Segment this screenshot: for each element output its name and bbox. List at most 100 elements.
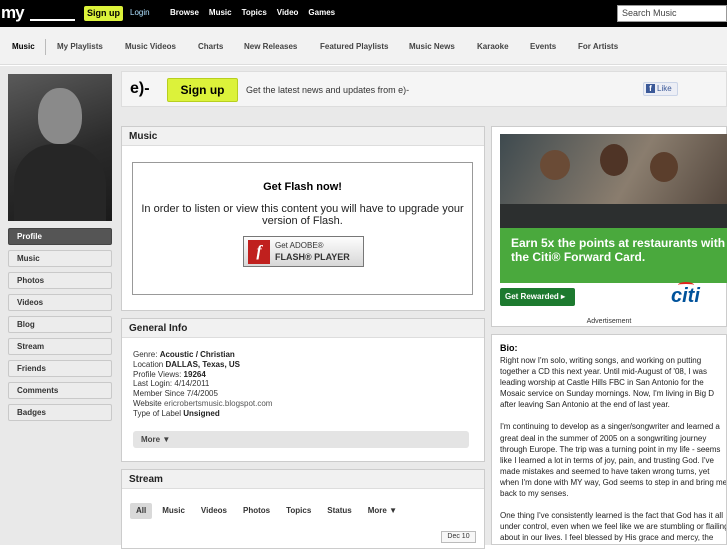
photo-head <box>38 88 82 144</box>
bio-title: Bio: <box>500 343 518 353</box>
stream-tabs: All Music Videos Photos Topics Status Mo… <box>130 503 407 519</box>
photo-body <box>14 144 106 221</box>
stream-title: Stream <box>122 470 484 489</box>
info-value: DALLAS, Texas, US <box>165 359 241 369</box>
info-label: Profile Views: <box>133 369 184 379</box>
info-value: 19264 <box>183 369 206 379</box>
sidebar-item-comments[interactable]: Comments <box>8 382 112 399</box>
nav-games[interactable]: Games <box>308 8 335 17</box>
nav-video[interactable]: Video <box>277 8 299 17</box>
music-panel-title: Music <box>122 127 484 146</box>
stream-panel: Stream All Music Videos Photos Topics St… <box>121 469 485 549</box>
profile-sidebar: Profile Music Photos Videos Blog Stream … <box>8 228 112 426</box>
stream-tab-topics[interactable]: Topics <box>280 503 317 519</box>
info-value: Unsigned <box>183 408 220 418</box>
ad-person <box>650 152 678 182</box>
sidebar-item-photos[interactable]: Photos <box>8 272 112 289</box>
subnav-charts[interactable]: Charts <box>198 42 223 51</box>
more-info-button[interactable]: More ▼ <box>133 431 469 448</box>
facebook-like-button[interactable]: f Like <box>643 82 678 96</box>
top-bar: my Sign up Login Browse Music Topics Vid… <box>0 0 727 27</box>
info-label: Location <box>133 359 166 369</box>
music-subnav: Music My Playlists Music Videos Charts N… <box>0 27 727 65</box>
sidebar-item-profile[interactable]: Profile <box>8 228 112 245</box>
info-label: Last Login: <box>133 379 175 389</box>
nav-browse[interactable]: Browse <box>170 8 199 17</box>
subnav-music-news[interactable]: Music News <box>409 42 455 51</box>
info-line: Member Since 7/4/2005 <box>133 389 272 399</box>
stream-date-badge: Dec 10 <box>441 531 476 543</box>
subnav-featured-playlists[interactable]: Featured Playlists <box>320 42 388 51</box>
ad-headline: Earn 5x the points at restaurants with t… <box>500 228 727 283</box>
nav-topics[interactable]: Topics <box>242 8 267 17</box>
nav-music[interactable]: Music <box>209 8 232 17</box>
ad-photo <box>500 134 727 228</box>
get-rewarded-button[interactable]: Get Rewarded ▸ <box>500 288 575 306</box>
login-link[interactable]: Login <box>130 8 150 17</box>
stream-tab-music[interactable]: Music <box>156 503 191 519</box>
stream-tab-all[interactable]: All <box>130 503 153 519</box>
ad-person <box>540 150 570 180</box>
info-line: Profile Views: 19264 <box>133 370 272 380</box>
subnav-music[interactable]: Music <box>12 42 35 51</box>
subnav-for-artists[interactable]: For Artists <box>578 42 618 51</box>
stream-tab-photos[interactable]: Photos <box>237 503 276 519</box>
subnav-events[interactable]: Events <box>530 42 556 51</box>
info-value: Acoustic / Christian <box>159 350 235 359</box>
info-value: 7/4/2005 <box>186 389 218 399</box>
flash-message: In order to listen or view this content … <box>141 203 464 227</box>
info-label: Genre: <box>133 350 160 359</box>
header-tagline: Get the latest news and updates from e)- <box>246 85 410 95</box>
stream-tab-videos[interactable]: Videos <box>195 503 233 519</box>
logo[interactable]: my <box>1 3 25 23</box>
info-label: Website <box>133 398 164 408</box>
bio-panel: Bio: Right now I'm solo, writing songs, … <box>491 334 727 545</box>
facebook-icon: f <box>646 84 655 93</box>
logo-underline <box>30 7 75 21</box>
subnav-karaoke[interactable]: Karaoke <box>477 42 509 51</box>
stream-tab-status[interactable]: Status <box>321 503 357 519</box>
top-nav: Browse Music Topics Video Games <box>170 8 335 17</box>
profile-photo[interactable] <box>8 74 112 221</box>
profile-name: e)- <box>130 80 150 97</box>
sidebar-item-friends[interactable]: Friends <box>8 360 112 377</box>
search-input[interactable]: Search Music <box>617 5 727 22</box>
like-label: Like <box>657 84 672 93</box>
flash-notice: Get Flash now! In order to listen or vie… <box>132 162 473 295</box>
info-line: Type of Label Unsigned <box>133 409 272 419</box>
info-line: Genre: Acoustic / Christian <box>133 350 272 360</box>
website-link[interactable]: ericrobertsmusic.blogspot.com <box>164 399 272 408</box>
flash-badge-line2: FLASH® PLAYER <box>275 252 350 262</box>
info-line: Location DALLAS, Texas, US <box>133 360 272 370</box>
flash-title: Get Flash now! <box>263 181 342 193</box>
bio-paragraph: One thing I've consistently learned is t… <box>500 511 727 543</box>
ad-person <box>600 144 628 176</box>
sidebar-item-badges[interactable]: Badges <box>8 404 112 421</box>
signup-button-large[interactable]: Sign up <box>167 78 238 102</box>
info-line: Website ericrobertsmusic.blogspot.com <box>133 399 272 409</box>
citi-advertisement[interactable]: Earn 5x the points at restaurants with t… <box>491 126 727 327</box>
general-info-panel: General Info Genre: Acoustic / Christian… <box>121 318 485 462</box>
info-value: 4/14/2011 <box>174 379 210 389</box>
subnav-divider <box>45 39 46 55</box>
bio-paragraph: Right now I'm solo, writing songs, and w… <box>500 356 715 410</box>
stream-tab-more[interactable]: More ▼ <box>362 503 403 519</box>
profile-header: e)- Sign up Get the latest news and upda… <box>121 71 727 107</box>
flash-badge-line1: Get ADOBE® <box>275 241 324 250</box>
sidebar-item-stream[interactable]: Stream <box>8 338 112 355</box>
sidebar-item-blog[interactable]: Blog <box>8 316 112 333</box>
ad-table <box>500 204 727 228</box>
subnav-music-videos[interactable]: Music Videos <box>125 42 176 51</box>
sidebar-item-videos[interactable]: Videos <box>8 294 112 311</box>
music-panel: Music Get Flash now! In order to listen … <box>121 126 485 311</box>
bio-text: Right now I'm solo, writing songs, and w… <box>500 355 727 544</box>
get-flash-player-button[interactable]: f Get ADOBE® FLASH® PLAYER <box>243 236 364 267</box>
advertisement-label: Advertisement <box>586 318 632 325</box>
signup-button[interactable]: Sign up <box>84 6 123 21</box>
citi-logo: citi <box>671 285 700 307</box>
subnav-new-releases[interactable]: New Releases <box>244 42 297 51</box>
sidebar-item-music[interactable]: Music <box>8 250 112 267</box>
flash-icon: f <box>248 240 270 264</box>
subnav-my-playlists[interactable]: My Playlists <box>57 42 103 51</box>
info-line: Last Login: 4/14/2011 <box>133 379 272 389</box>
